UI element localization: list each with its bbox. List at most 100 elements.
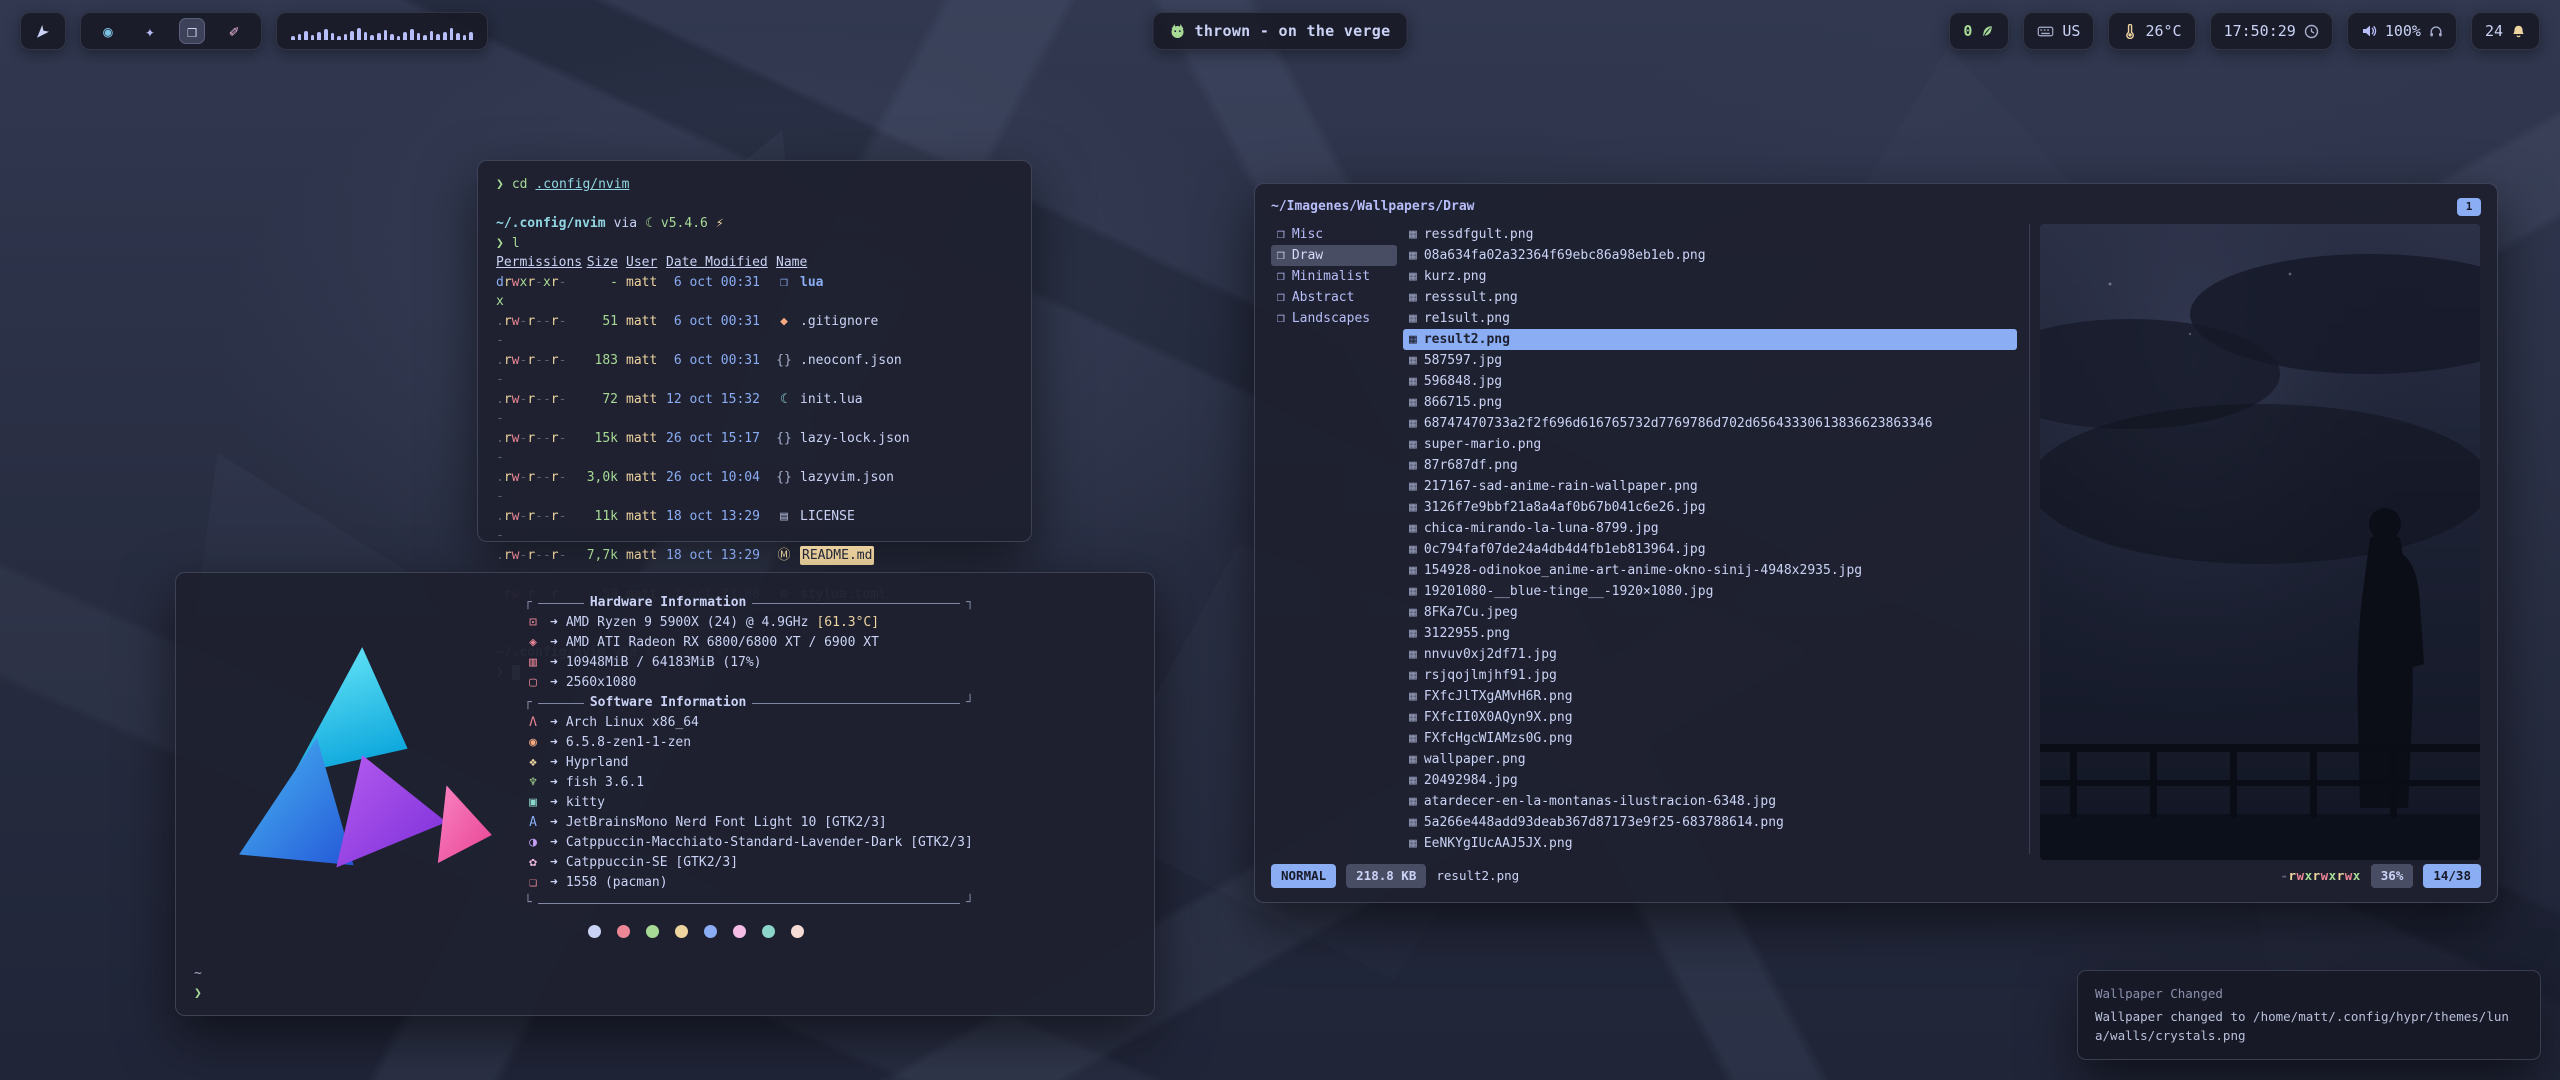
- visualizer-bar: [417, 33, 421, 40]
- bell-icon: [2511, 24, 2526, 39]
- temperature-module[interactable]: 26°C: [2108, 12, 2195, 50]
- file-type-icon: {}: [776, 429, 792, 449]
- file-item[interactable]: ▦19201080-__blue-tinge__-1920×1080.jpg: [1403, 581, 2017, 602]
- file-item[interactable]: ▦FXfcHgcWIAMzs0G.png: [1403, 728, 2017, 749]
- file-item[interactable]: ▦EeNKYgIUcAAJ5JX.png: [1403, 833, 2017, 854]
- user-field: matt: [626, 273, 658, 293]
- file-item[interactable]: ▦5a266e448add93deab367d87173e9f25-683788…: [1403, 812, 2017, 833]
- fm-status-bar: NORMAL 218.8 KB result2.png -rwxrwxrwx 3…: [1271, 864, 2481, 888]
- topbar-right: 0 US 26°C 17:50:29 100% 24: [1949, 12, 2540, 50]
- file-item[interactable]: ▦chica-mirando-la-luna-8799.jpg: [1403, 518, 2017, 539]
- terminal-color-palette: [588, 925, 1136, 938]
- palette-dot: [791, 925, 804, 938]
- file-item[interactable]: ▦kurz.png: [1403, 266, 2017, 287]
- volume-module[interactable]: 100%: [2347, 12, 2457, 50]
- workspace-browser[interactable]: ◉: [95, 18, 121, 44]
- file-name: result2.png: [1424, 330, 1510, 350]
- image-file-icon: ▦: [1409, 561, 1417, 581]
- file-type-icon: {}: [776, 351, 792, 371]
- notifications-module[interactable]: 24: [2471, 12, 2540, 50]
- notification-popup[interactable]: Wallpaper Changed Wallpaper changed to /…: [2077, 970, 2541, 1060]
- file-item[interactable]: ▦resssult.png: [1403, 287, 2017, 308]
- cpu-icon: ⊡: [524, 613, 542, 633]
- arrow-icon: ➜: [550, 833, 558, 853]
- file-item[interactable]: ▦68747470733a2f2f696d616765732d7769786d7…: [1403, 413, 2017, 434]
- image-file-icon: ▦: [1409, 267, 1417, 287]
- file-name: ressdfgult.png: [1424, 225, 1534, 245]
- tab-indicator[interactable]: 1: [2457, 198, 2481, 216]
- fetch-prompt-area[interactable]: ~ ❯: [194, 964, 202, 1003]
- info-value: JetBrainsMono Nerd Font Light 10 [GTK2/3…: [566, 813, 887, 833]
- file-item[interactable]: ▦0c794faf07de24a4db4d4fb1eb813964.jpg: [1403, 539, 2017, 560]
- clock-module[interactable]: 17:50:29: [2210, 12, 2333, 50]
- file-item[interactable]: ▦rsjqojlmjhf91.jpg: [1403, 665, 2017, 686]
- workspaces: ◉ ✦ ❒ ✐: [80, 12, 262, 50]
- file-item[interactable]: ▦3126f7e9bbf21a8a4af0b67b041c6e26.jpg: [1403, 497, 2017, 518]
- visualizer-bar: [430, 31, 434, 40]
- folder-item[interactable]: ❒Misc: [1271, 224, 1397, 245]
- size-field: 15k: [582, 429, 618, 449]
- file-item[interactable]: ▦20492984.jpg: [1403, 770, 2017, 791]
- file-item[interactable]: ▦08a634fa02a32364f69ebc86a98eb1eb.png: [1403, 245, 2017, 266]
- arrow-icon: ➜: [550, 873, 558, 893]
- arrow-icon: ➜: [550, 653, 558, 673]
- file-item[interactable]: ▦3122955.png: [1403, 623, 2017, 644]
- file-item[interactable]: ▦587597.jpg: [1403, 350, 2017, 371]
- visualizer-bar: [291, 36, 295, 40]
- visualizer-bar: [357, 28, 361, 40]
- file-item[interactable]: ▦wallpaper.png: [1403, 749, 2017, 770]
- workspace-chat[interactable]: ✦: [137, 18, 163, 44]
- theme-icon: ◑: [524, 833, 542, 853]
- notification-count: 24: [2485, 22, 2503, 40]
- file-item[interactable]: ▦866715.png: [1403, 392, 2017, 413]
- yazi-file-manager-window[interactable]: ~/Imagenes/Wallpapers/Draw 1 ❒Misc❒Draw❒…: [1254, 183, 2498, 903]
- file-item[interactable]: ▦atardecer-en-la-montanas-ilustracion-63…: [1403, 791, 2017, 812]
- info-value: 2560x1080: [566, 673, 636, 693]
- prompt-symbol: ❯: [496, 175, 504, 195]
- file-name: FXfcJlTXgAMvH6R.png: [1424, 687, 1573, 707]
- workspace-files[interactable]: ❒: [179, 18, 205, 44]
- fastfetch-terminal-window[interactable]: ┌ Hardware Information ┐ ⊡➜AMD Ryzen 9 5…: [175, 572, 1155, 1016]
- date-field: 6 oct 00:31: [666, 273, 768, 293]
- folder-item[interactable]: ❒Draw: [1271, 245, 1397, 266]
- updates-module[interactable]: 0: [1949, 12, 2009, 50]
- file-item[interactable]: ▦596848.jpg: [1403, 371, 2017, 392]
- file-item[interactable]: ▦result2.png: [1403, 329, 2017, 350]
- file-name: re1sult.png: [1424, 309, 1510, 329]
- user-field: matt: [626, 507, 658, 527]
- file-item[interactable]: ▦8FKa7Cu.jpeg: [1403, 602, 2017, 623]
- file-item[interactable]: ▦217167-sad-anime-rain-wallpaper.png: [1403, 476, 2017, 497]
- launcher-button[interactable]: [20, 12, 66, 50]
- file-name: README.md: [800, 546, 874, 566]
- info-row: ❑➜1558 (pacman): [524, 873, 1136, 893]
- visualizer-bar: [337, 36, 341, 40]
- media-player-module[interactable]: thrown - on the verge: [1153, 12, 1408, 50]
- visualizer-bar: [364, 32, 368, 40]
- folder-item[interactable]: ❒Minimalist: [1271, 266, 1397, 287]
- arrow-icon: ➜: [550, 673, 558, 693]
- image-file-icon: ▦: [1409, 729, 1417, 749]
- folder-item[interactable]: ❒Landscapes: [1271, 308, 1397, 329]
- keyboard-layout-module[interactable]: US: [2023, 12, 2094, 50]
- file-item[interactable]: ▦ FXfcJlTXgAMvH6R.png: [1403, 686, 2017, 707]
- kernel-icon: ◉: [524, 733, 542, 753]
- file-item[interactable]: ▦re1sult.png: [1403, 308, 2017, 329]
- info-row: Λ➜Arch Linux x86_64: [524, 713, 1136, 733]
- visualizer-bar: [350, 31, 354, 40]
- folder-item[interactable]: ❒Abstract: [1271, 287, 1397, 308]
- file-item[interactable]: ▦ressdfgult.png: [1403, 224, 2017, 245]
- workspace-design[interactable]: ✐: [221, 18, 247, 44]
- file-item[interactable]: ▦nnvuv0xj2df71.jpg: [1403, 644, 2017, 665]
- visualizer-bar: [469, 32, 473, 40]
- file-item[interactable]: ▦super-mario.png: [1403, 434, 2017, 455]
- image-file-icon: ▦: [1409, 687, 1417, 707]
- arrow-icon: ➜: [550, 853, 558, 873]
- file-item[interactable]: ▦FXfcII0X0AQyn9X.png: [1403, 707, 2017, 728]
- file-name: lazy-lock.json: [800, 429, 1013, 449]
- file-item[interactable]: ▦154928-odinokoe_anime-art-anime-okno-si…: [1403, 560, 2017, 581]
- file-name: 0c794faf07de24a4db4d4fb1eb813964.jpg: [1424, 540, 1706, 560]
- file-type-icon: ❒: [776, 273, 792, 293]
- kitty-terminal-window[interactable]: ❯cd.config/nvim ~/.config/nvimvia☾v5.4.6…: [477, 160, 1032, 542]
- file-item[interactable]: ▦87r687df.png: [1403, 455, 2017, 476]
- image-file-icon: ▦: [1409, 372, 1417, 392]
